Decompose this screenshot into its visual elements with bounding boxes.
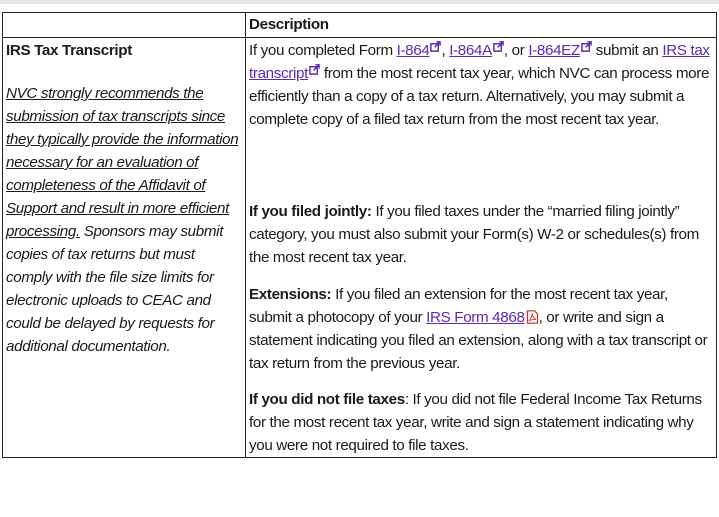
extensions-paragraph: Extensions: If you filed an extension fo… [249,283,713,375]
form-i864-link[interactable]: I-864 [397,42,430,59]
extensions-label: Extensions: [249,286,332,303]
form-i864ez-link[interactable]: I-864EZ [528,42,580,59]
irs-form-4868-link[interactable]: IRS Form 4868 [426,309,525,326]
external-link-icon[interactable] [493,41,504,52]
header-cell-empty [2,12,246,38]
row-title: IRS Tax Transcript [6,42,132,59]
form-i864a-link[interactable]: I-864A [449,42,492,59]
external-link-icon[interactable] [430,41,442,52]
external-link-icon[interactable] [581,41,592,52]
text-span: , or [503,42,529,59]
document-type-cell: IRS Tax Transcript NVC strongly recommen… [2,37,246,458]
recommendation-note-rest: Sponsors may submit copies of tax return… [6,223,224,355]
pdf-file-icon[interactable] [526,310,539,324]
transcript-paragraph: If you completed Form I-864, I-864A, or … [249,39,713,131]
filed-jointly-paragraph: If you filed jointly: If you filed taxes… [249,200,713,269]
recommendation-note: NVC strongly recommends the submission o… [6,82,242,358]
filed-jointly-label: If you filed jointly: [249,203,372,220]
did-not-file-paragraph: If you did not file taxes: If you did no… [249,388,713,457]
requirements-table: Description IRS Tax Transcript NVC stron… [2,12,717,458]
recommendation-note-underlined: NVC strongly recommends the submission o… [6,85,239,240]
document-page: Description IRS Tax Transcript NVC stron… [0,0,719,517]
text-span: If you completed Form [249,42,397,59]
table-row: IRS Tax Transcript NVC strongly recommen… [2,37,717,458]
text-span: submit an [591,42,663,59]
top-divider [0,0,719,4]
header-cell-description: Description [245,12,717,38]
did-not-file-label: If you did not file taxes [249,391,405,408]
external-link-icon[interactable] [309,64,320,75]
description-cell: If you completed Form I-864, I-864A, or … [245,37,717,458]
table-header-row: Description [2,12,717,38]
